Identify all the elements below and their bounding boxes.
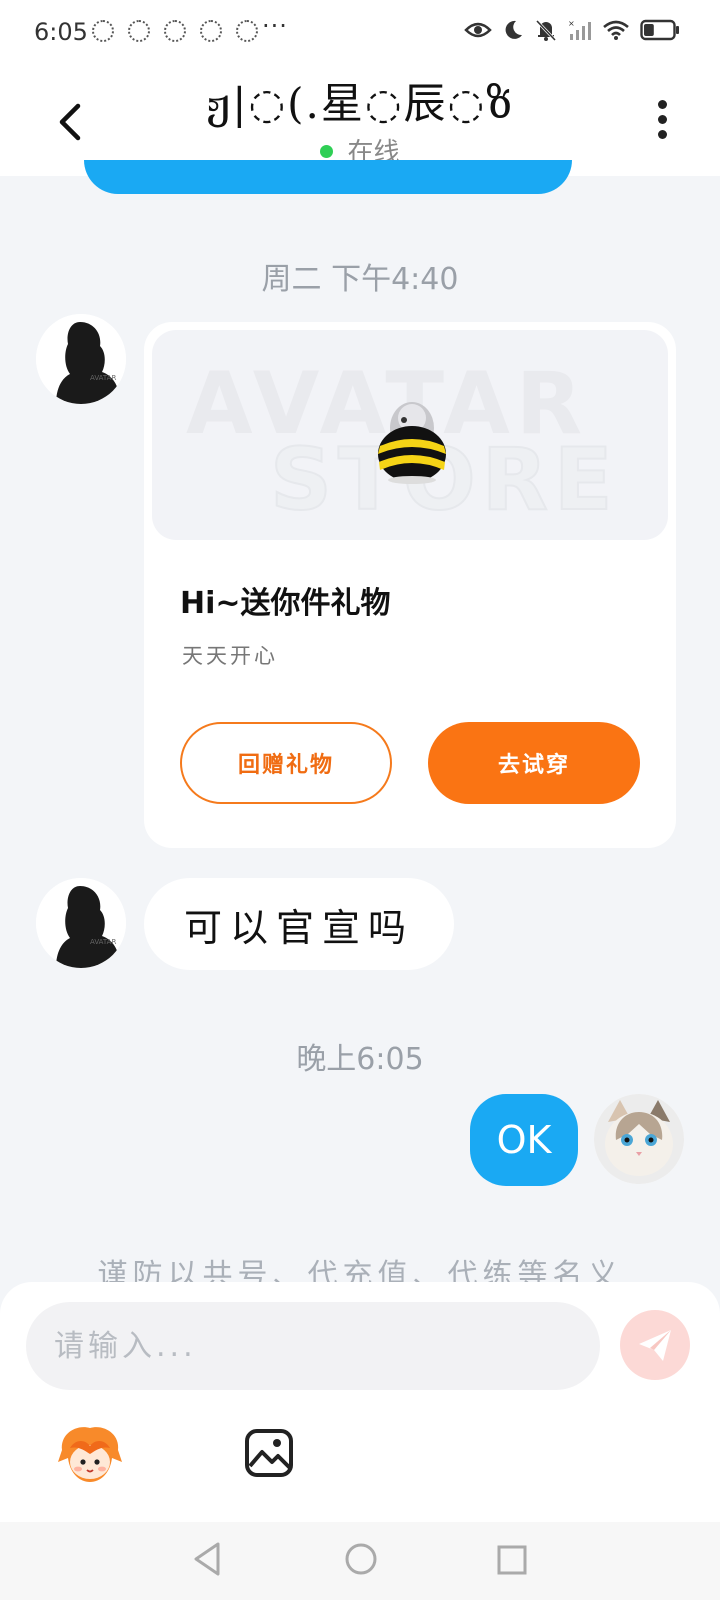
system-navigation-bar <box>0 1522 720 1600</box>
dot <box>657 115 667 124</box>
gift-title: Hi~送你件礼物 <box>180 586 391 621</box>
status-more-indicator: ··· <box>262 12 288 40</box>
input-panel <box>0 1282 720 1522</box>
cat-avatar-icon <box>594 1094 684 1184</box>
svg-text:AVATAR: AVATAR <box>90 374 116 382</box>
status-bar: 6:05 ··· × <box>0 0 720 64</box>
notification-icon <box>92 20 114 42</box>
notification-icon <box>236 20 258 42</box>
gift-card[interactable]: AVATAR STORE Hi~送你件礼物 天天开心 回赠礼物 去试穿 <box>144 322 676 848</box>
return-gift-button[interactable]: 回赠礼物 <box>180 722 392 804</box>
contact-avatar[interactable]: AVATAR <box>36 878 126 968</box>
notification-icon <box>128 20 150 42</box>
svg-text:AVATAR: AVATAR <box>90 938 116 946</box>
status-system-icons: × <box>464 18 680 42</box>
notification-icon <box>164 20 186 42</box>
outgoing-message-bubble[interactable]: OK <box>470 1094 578 1186</box>
nav-back-icon[interactable] <box>190 1540 224 1578</box>
send-button[interactable] <box>620 1310 690 1380</box>
nav-home-icon[interactable] <box>344 1542 378 1576</box>
eye-icon <box>464 22 492 38</box>
previous-message-card-edge[interactable] <box>84 160 572 194</box>
try-on-button[interactable]: 去试穿 <box>428 722 640 804</box>
paper-plane-icon <box>639 1330 671 1361</box>
gift-subtitle: 天天开心 <box>182 644 278 668</box>
mascot-emoji-button[interactable] <box>56 1424 124 1486</box>
online-dot <box>320 145 334 158</box>
contact-avatar[interactable]: AVATAR <box>36 314 126 404</box>
nav-recents-icon[interactable] <box>496 1544 528 1576</box>
status-notification-icons <box>92 20 258 42</box>
moon-icon <box>505 20 522 39</box>
message-timestamp: 晚上6:05 <box>296 1042 424 1077</box>
image-icon <box>245 1429 293 1477</box>
svg-text:×: × <box>568 19 575 28</box>
wifi-icon <box>603 20 629 40</box>
incoming-message-bubble[interactable]: 可以官宣吗 <box>144 878 454 970</box>
battery-icon <box>640 19 679 41</box>
avatar: AVATAR <box>36 314 126 404</box>
notification-icon <box>200 20 222 42</box>
image-picker-button[interactable] <box>244 1428 294 1478</box>
gift-image: AVATAR STORE <box>152 330 668 540</box>
vertical-dots-icon <box>657 100 667 109</box>
message-input[interactable] <box>26 1302 600 1390</box>
mascot-emoji-icon <box>58 1427 122 1482</box>
signal-icon: × <box>568 19 591 40</box>
bee-egg-item-icon <box>378 402 446 484</box>
bell-muted-icon <box>535 19 557 42</box>
status-time: 6:05 <box>34 18 88 46</box>
user-avatar[interactable] <box>594 1094 684 1184</box>
more-options-button[interactable] <box>652 100 672 144</box>
dot <box>657 130 667 139</box>
contact-name: ჟ|◌(.星◌辰◌ზ <box>205 79 515 128</box>
avatar: AVATAR <box>36 878 126 968</box>
message-timestamp: 周二 下午4:40 <box>261 262 459 297</box>
